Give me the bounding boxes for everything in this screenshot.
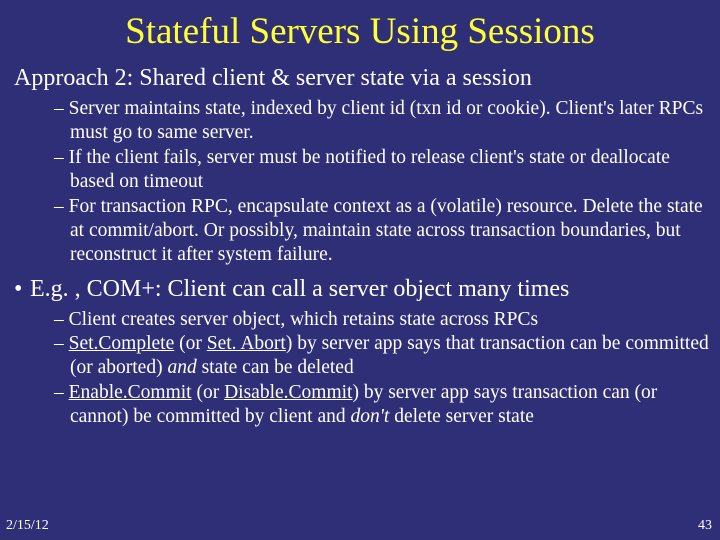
approach-heading: Approach 2: Shared client & server state… bbox=[10, 63, 710, 93]
footer-page-number: 43 bbox=[698, 518, 712, 534]
sub2-a: – Client creates server object, which re… bbox=[54, 308, 710, 332]
approach-text: Approach 2: Shared client & server state… bbox=[14, 65, 532, 91]
dash-icon: – bbox=[54, 333, 69, 354]
approach-sublist: – Server maintains state, indexed by cli… bbox=[10, 97, 710, 268]
footer-date: 2/15/12 bbox=[6, 518, 49, 534]
sub1-a: – Server maintains state, indexed by cli… bbox=[54, 97, 710, 146]
example-text: E.g. , COM+: Client can call a server ob… bbox=[30, 276, 569, 302]
dash-icon: – bbox=[54, 309, 69, 330]
slide-title: Stateful Servers Using Sessions bbox=[8, 10, 712, 53]
dash-icon: – bbox=[54, 382, 69, 403]
sub2-b: – Set.Complete (or Set. Abort) by server… bbox=[54, 332, 710, 381]
sub1-b: – If the client fails, server must be no… bbox=[54, 146, 710, 195]
example-heading: •E.g. , COM+: Client can call a server o… bbox=[10, 274, 710, 304]
dash-icon: – bbox=[54, 147, 69, 168]
sub2-c: – Enable.Commit (or Disable.Commit) by s… bbox=[54, 381, 710, 430]
bullet-icon: • bbox=[14, 274, 30, 304]
slide-body: Approach 2: Shared client & server state… bbox=[8, 63, 712, 430]
dash-icon: – bbox=[54, 98, 69, 119]
slide: Stateful Servers Using Sessions Approach… bbox=[0, 0, 720, 540]
dash-icon: – bbox=[54, 196, 69, 217]
example-sublist: – Client creates server object, which re… bbox=[10, 308, 710, 430]
sub1-c: – For transaction RPC, encapsulate conte… bbox=[54, 195, 710, 268]
